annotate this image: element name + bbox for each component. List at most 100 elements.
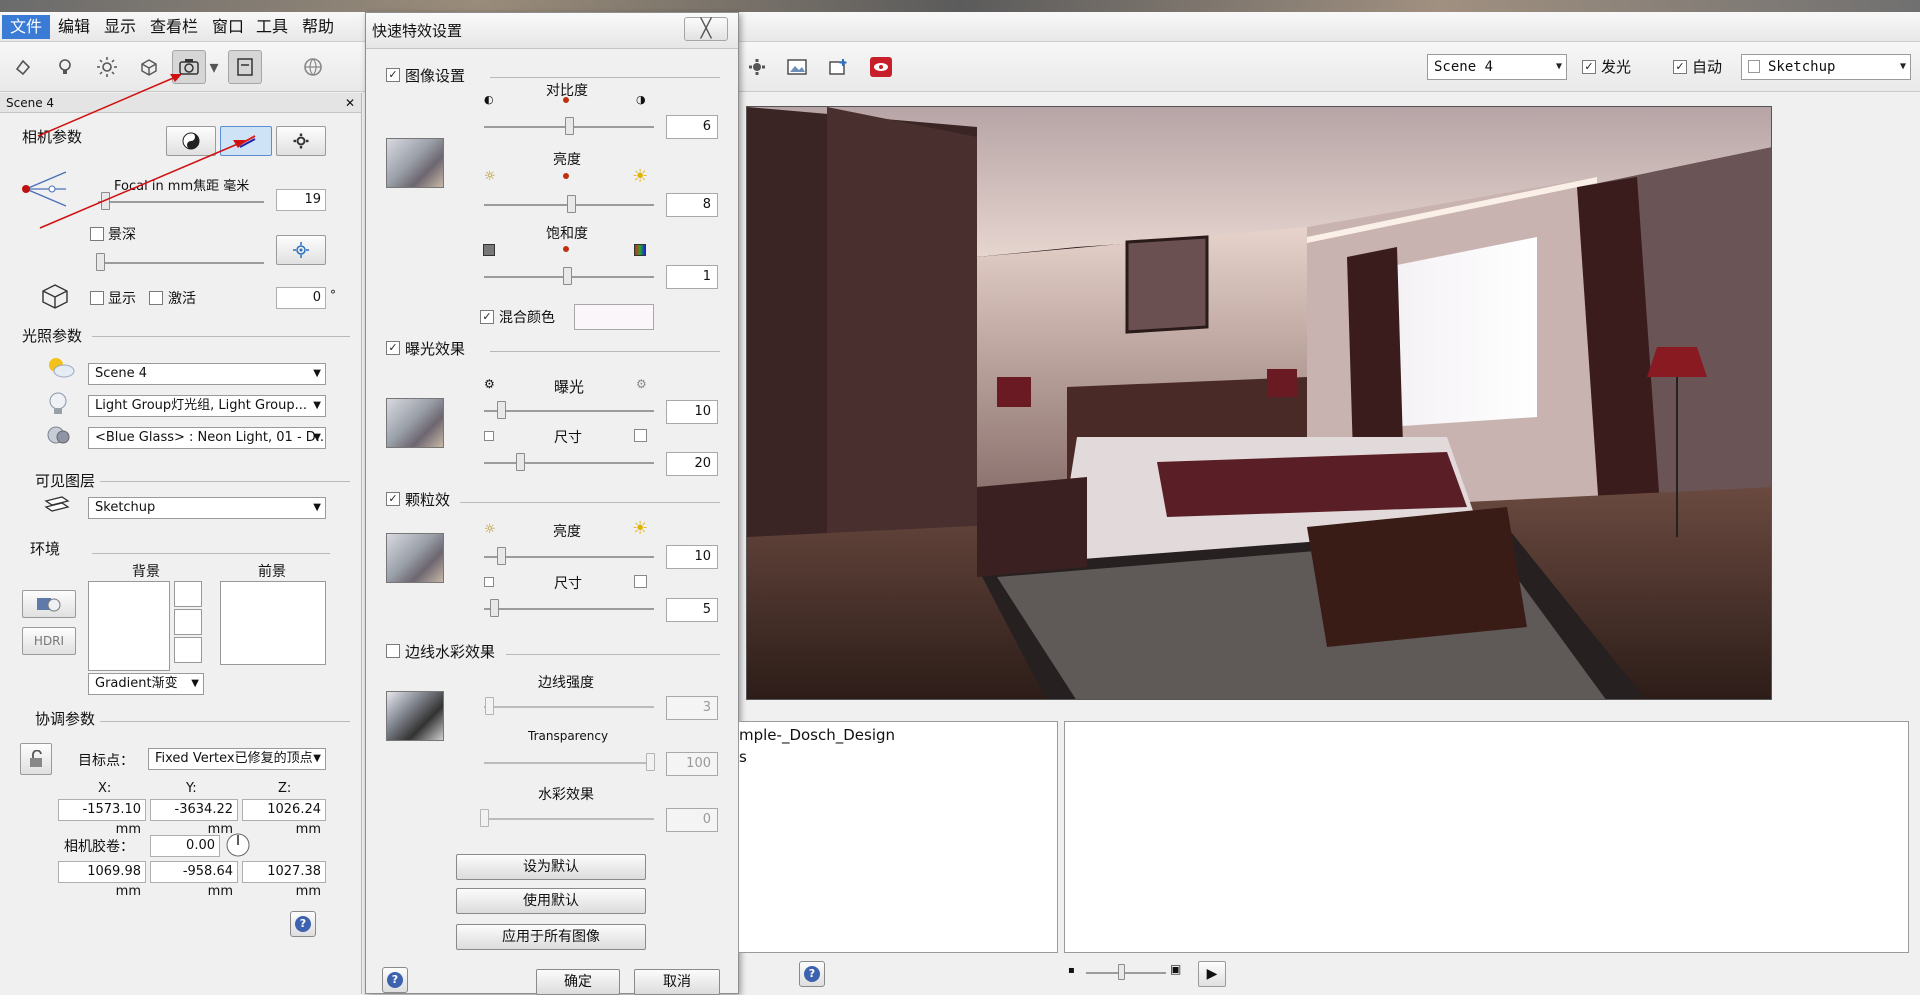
foreground-preview[interactable] (220, 581, 326, 665)
edge-strength-slider-thumb[interactable] (485, 697, 494, 715)
roll-input[interactable]: 0.00 (150, 835, 220, 857)
target-z-input[interactable]: 1026.24 mm (242, 799, 326, 837)
contrast-input[interactable]: 6 (666, 115, 718, 139)
bg-swatch-1[interactable] (174, 581, 202, 607)
exposure-effect-label: 曝光效果 (405, 340, 466, 358)
brightness-input[interactable]: 8 (666, 193, 718, 217)
exposure-size-slider[interactable] (484, 462, 654, 464)
transparency-slider-thumb[interactable] (646, 753, 655, 771)
play-button[interactable]: ▶ (1198, 961, 1226, 987)
grain-size-slider[interactable] (484, 608, 654, 610)
box-icon (42, 284, 68, 309)
contrast-slider-thumb[interactable] (565, 117, 574, 135)
angle-input[interactable]: 0 (276, 287, 326, 309)
set-default-button[interactable]: 设为默认 (456, 854, 646, 880)
bg-swatch-2[interactable] (174, 609, 202, 635)
file-name-text-2: s (739, 748, 747, 766)
close-button[interactable]: ╳ (684, 17, 728, 41)
exposure-size-slider-thumb[interactable] (516, 453, 525, 471)
material-select[interactable]: <Blue Glass> : Neon Light, 01 - D... ▼ (88, 427, 326, 449)
gradient-select[interactable]: Gradient渐变 ▼ (88, 673, 204, 695)
image-icon[interactable] (780, 50, 814, 84)
brightness-label: 亮度 (553, 152, 581, 168)
light-group-select[interactable]: Light Group灯光组, Light Group... ▼ (88, 395, 326, 417)
add-image-icon[interactable] (822, 50, 856, 84)
hdri-button[interactable]: HDRI (22, 627, 76, 655)
use-default-button[interactable]: 使用默认 (456, 888, 646, 914)
edge-strength-input[interactable]: 3 (666, 696, 718, 720)
layer-select-left[interactable]: Sketchup ▼ (88, 497, 326, 519)
scene-select[interactable]: Scene 4 ▼ (1427, 54, 1567, 80)
exposure-slider[interactable] (484, 410, 654, 412)
sun-select[interactable]: Scene 4 ▼ (88, 363, 326, 385)
dialog-help-button[interactable]: ? (382, 967, 408, 993)
grain-brightness-slider-thumb[interactable] (497, 547, 506, 565)
exposure-input[interactable]: 10 (666, 400, 718, 424)
show-checkbox[interactable] (90, 291, 104, 305)
bottom-help-button[interactable]: ? (799, 961, 825, 987)
blend-color-label: 混合颜色 (499, 310, 555, 326)
blend-color-checkbox[interactable]: ✓ (480, 310, 494, 324)
grain-brightness-input[interactable]: 10 (666, 545, 718, 569)
background-preview[interactable] (88, 581, 170, 671)
scene-file-panel[interactable]: mple-_Dosch_Design s (738, 721, 1058, 953)
zoom-slider-thumb[interactable] (1118, 964, 1125, 980)
watercolor-slider[interactable] (484, 818, 654, 820)
brightness-slider-thumb[interactable] (567, 195, 576, 213)
render-viewport[interactable] (746, 106, 1772, 700)
target-label: 目标点： (78, 753, 134, 769)
pos-z-input[interactable]: 1027.38 mm (242, 861, 326, 899)
grain-size-slider-thumb[interactable] (490, 599, 499, 617)
watercolor-slider-thumb[interactable] (480, 809, 489, 827)
image-settings-checkbox[interactable]: ✓ (386, 68, 400, 82)
z-label: Z: (278, 781, 292, 796)
saturation-input[interactable]: 1 (666, 265, 718, 289)
grain-brightness-slider[interactable] (484, 556, 654, 558)
render-history-panel[interactable] (1064, 721, 1909, 953)
dof-slider-thumb[interactable] (96, 253, 105, 271)
saturation-slider-thumb[interactable] (563, 267, 572, 285)
environment-image-icon (37, 598, 61, 612)
exposure-slider-thumb[interactable] (497, 401, 506, 419)
size-high-icon (634, 429, 647, 442)
exposure-preview (386, 398, 444, 448)
layer-select[interactable]: Sketchup ▼ (1741, 54, 1911, 80)
transparency-input[interactable]: 100 (666, 752, 718, 776)
activate-checkbox[interactable] (149, 291, 163, 305)
edge-strength-label: 边线强度 (538, 675, 594, 691)
edge-strength-slider[interactable] (484, 706, 654, 708)
settings-icon[interactable] (740, 50, 774, 84)
cancel-button[interactable]: 取消 (634, 969, 720, 995)
watercolor-input[interactable]: 0 (666, 808, 718, 832)
foreground-label: 前景 (258, 564, 286, 580)
grain-size-input[interactable]: 5 (666, 598, 718, 622)
render-icon[interactable] (864, 50, 898, 84)
dof-slider[interactable] (98, 262, 264, 264)
exposure-effect-checkbox[interactable]: ✓ (386, 341, 400, 355)
transparency-slider[interactable] (484, 762, 654, 764)
environment-image-button[interactable] (22, 590, 76, 618)
apply-all-button[interactable]: 应用于所有图像 (456, 924, 646, 950)
help-button[interactable]: ? (290, 911, 316, 937)
size-low-icon (484, 431, 494, 441)
close-icon: ╳ (700, 18, 712, 39)
auto-checkbox[interactable]: ✓ (1673, 60, 1687, 74)
pos-x-input[interactable]: 1069.98 mm (58, 861, 146, 899)
help-icon: ? (804, 966, 820, 982)
glow-checkbox[interactable]: ✓ (1582, 60, 1596, 74)
lock-icon (30, 750, 42, 767)
zoom-slider[interactable] (1086, 972, 1166, 974)
target-x-input[interactable]: -1573.10 mm (58, 799, 146, 837)
target-y-input[interactable]: -3634.22 mm (150, 799, 238, 837)
ok-button[interactable]: 确定 (536, 969, 620, 995)
edge-watercolor-checkbox[interactable] (386, 644, 400, 658)
grain-checkbox[interactable]: ✓ (386, 492, 400, 506)
lock-button[interactable] (20, 743, 52, 775)
roll-dial-icon[interactable] (224, 831, 252, 859)
exposure-size-input[interactable]: 20 (666, 452, 718, 476)
pos-y-input[interactable]: -958.64 mm (150, 861, 238, 899)
blend-color-swatch[interactable] (574, 304, 654, 330)
bg-swatch-3[interactable] (174, 637, 202, 663)
target-select[interactable]: Fixed Vertex已修复的顶点 ▼ (148, 748, 326, 770)
help-icon: ? (295, 916, 311, 932)
